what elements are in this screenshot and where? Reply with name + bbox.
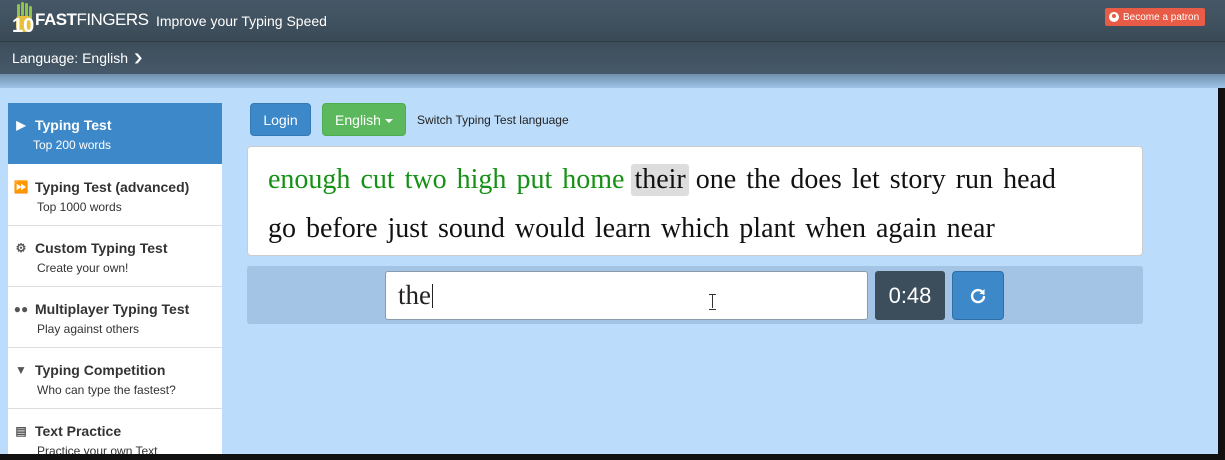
word: cut	[360, 164, 395, 195]
sidebar-item-subtitle: Create your own!	[37, 261, 129, 275]
document-icon: ▤	[15, 424, 27, 438]
words-box: enough cut two high put home their one the does le…	[247, 146, 1143, 256]
become-patron-button[interactable]: Become a patron	[1105, 8, 1205, 26]
word: two	[404, 164, 447, 195]
refresh-icon	[970, 288, 986, 303]
language-dropdown-label: Language: English	[12, 50, 128, 66]
word: go	[268, 213, 296, 244]
word: run	[955, 164, 994, 195]
sidebar-item-title: Multiplayer Typing Test	[35, 301, 190, 317]
word: their	[631, 164, 689, 196]
word: enough	[268, 164, 351, 195]
sidebar-item-subtitle: Top 1000 words	[37, 200, 122, 214]
trophy-icon: ▼	[15, 363, 27, 377]
word: near	[946, 213, 995, 244]
sidebar-item-title: Text Practice	[35, 423, 122, 439]
word: does	[790, 164, 842, 195]
sidebar-item-title: Typing Test	[35, 117, 112, 133]
typing-input-value: the	[398, 280, 431, 310]
word: one	[695, 164, 737, 195]
window-edge	[0, 454, 1225, 460]
language-button[interactable]: English	[322, 103, 406, 136]
language-bar: Language: English ❯	[0, 42, 1225, 74]
tagline: Improve your Typing Speed	[156, 13, 327, 29]
word: sound	[437, 213, 505, 244]
patreon-icon	[1109, 12, 1119, 22]
word: would	[514, 213, 585, 244]
sidebar-item-competition[interactable]: ▼ Typing Competition Who can type the fas…	[8, 348, 222, 409]
text-cursor	[432, 284, 433, 308]
typing-input[interactable]: the	[385, 271, 868, 320]
ibeam-cursor-icon	[709, 294, 716, 310]
login-button[interactable]: Login	[250, 103, 311, 136]
word: let	[851, 164, 880, 195]
sidebar-item-subtitle: Practice your own Text	[37, 444, 158, 454]
word: put	[516, 164, 553, 195]
input-row: the 0:48	[247, 266, 1143, 324]
sidebar-item-subtitle: Top 200 words	[33, 138, 112, 152]
top-navbar: 10 FASTFINGERS Improve your Typing Speed…	[0, 0, 1225, 42]
header-divider	[0, 74, 1225, 88]
sidebar-item-title: Typing Test (advanced)	[35, 179, 190, 195]
main-content: ▶ Typing Test Top 200 words ⏩ Typing Test …	[0, 88, 1218, 454]
sidebar-item-title: Custom Typing Test	[35, 240, 168, 256]
sidebar-item-subtitle: Play against others	[37, 322, 140, 336]
word: which	[660, 213, 730, 244]
users-icon: ●●	[13, 302, 29, 316]
fast-forward-icon: ⏩	[13, 180, 29, 194]
word: just	[387, 213, 428, 244]
word: story	[889, 164, 946, 195]
sidebar-item-typing-test[interactable]: ▶ Typing Test Top 200 words	[8, 103, 222, 164]
sidebar-item-multiplayer[interactable]: ●● Multiplayer Typing Test Play against o…	[8, 287, 222, 348]
word: again	[875, 213, 937, 244]
logo-number: 10	[12, 15, 35, 37]
word: head	[1003, 164, 1056, 195]
word: before	[306, 213, 378, 244]
sidebar-item-text-practice[interactable]: ▤ Text Practice Practice your own Text	[8, 409, 222, 454]
hand-logo-icon: 10	[12, 2, 35, 37]
switch-language-label: Switch Typing Test language	[417, 113, 569, 127]
word: learn	[594, 213, 651, 244]
patron-label: Become a patron	[1123, 11, 1200, 23]
window-edge	[1218, 88, 1225, 460]
word: when	[805, 213, 866, 244]
language-button-label: English	[335, 111, 381, 128]
word: plant	[739, 213, 796, 244]
logo[interactable]: 10 FASTFINGERS	[12, 0, 149, 37]
words-row-2: go before just sound would learn which plant whe…	[265, 213, 1002, 245]
word: high	[456, 164, 507, 195]
logo-text: FASTFINGERS	[35, 10, 149, 29]
chevron-down-icon: ❯	[132, 52, 144, 64]
words-row-1: enough cut two high put home their one the does le…	[265, 164, 1063, 196]
sidebar: ▶ Typing Test Top 200 words ⏩ Typing Test …	[8, 103, 222, 454]
sidebar-item-typing-test-advanced[interactable]: ⏩ Typing Test (advanced) Top 1000 words	[8, 165, 222, 226]
sidebar-item-title: Typing Competition	[35, 362, 166, 378]
caret-down-icon	[384, 118, 393, 123]
sidebar-item-custom-typing-test[interactable]: ⚙ Custom Typing Test Create your own!	[8, 226, 222, 287]
reload-button[interactable]	[952, 271, 1004, 320]
word: home	[562, 164, 625, 195]
sidebar-item-subtitle: Who can type the fastest?	[37, 383, 176, 397]
word: the	[746, 164, 781, 195]
play-icon: ▶	[16, 118, 26, 132]
timer: 0:48	[875, 271, 945, 320]
cogs-icon: ⚙	[15, 241, 27, 255]
language-dropdown[interactable]: Language: English ❯	[12, 50, 144, 66]
